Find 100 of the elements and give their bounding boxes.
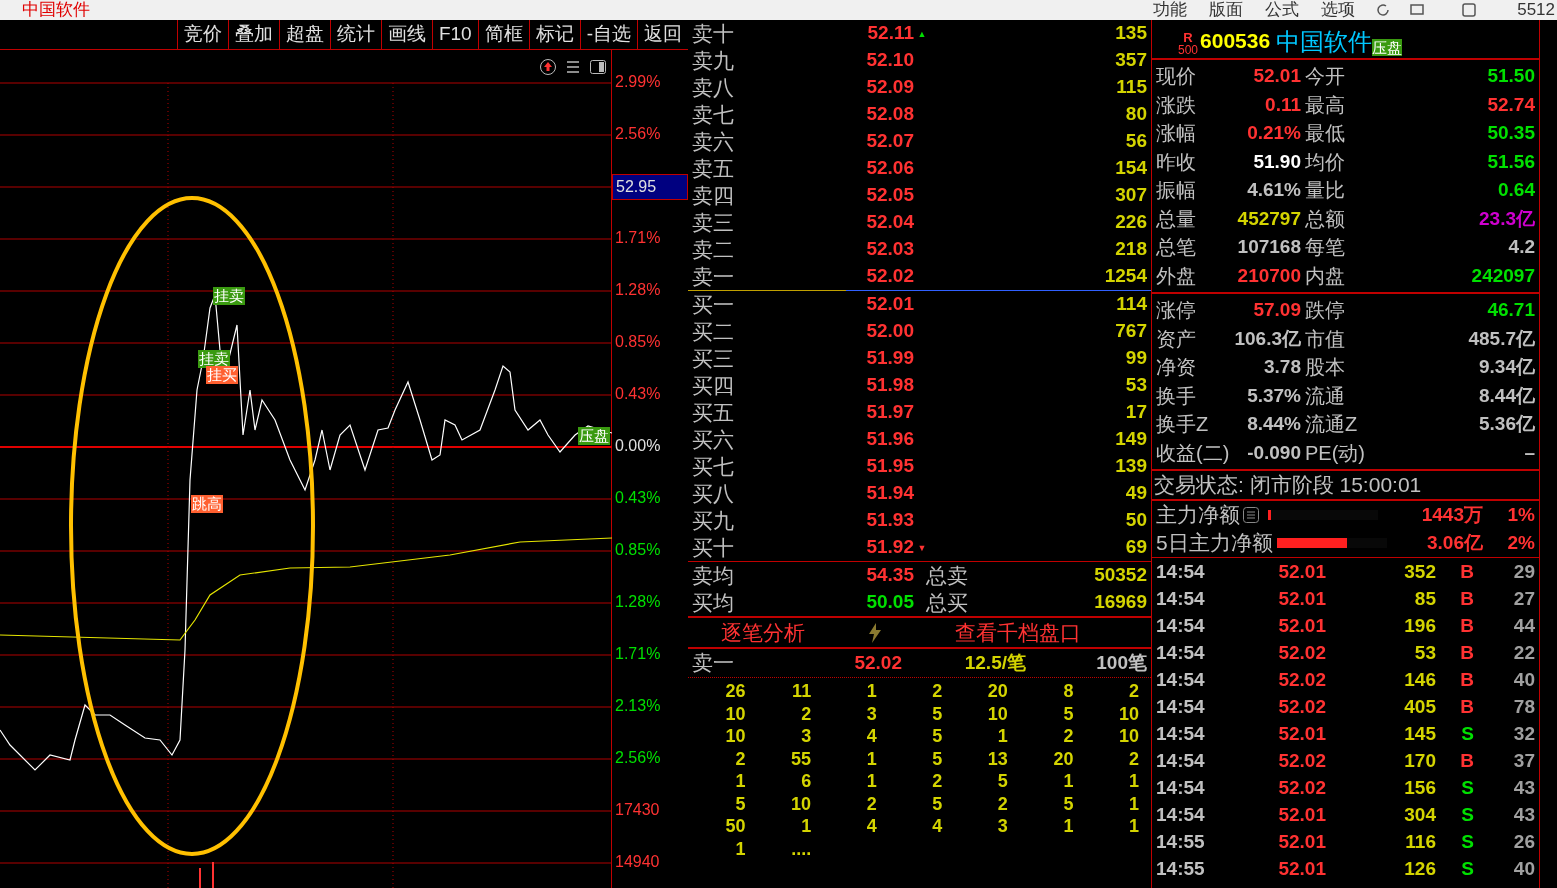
tick-time: 14:54 [1156, 803, 1206, 828]
chart-tag: 跳高 [191, 495, 223, 513]
tick-volume: 85 [1413, 587, 1436, 612]
tick-side: S [1460, 857, 1474, 882]
stat-value: 57.09 [1253, 298, 1301, 322]
level-label: 买八 [692, 481, 735, 506]
stat-value: 51.56 [1487, 149, 1535, 174]
list-icon[interactable] [1242, 506, 1260, 524]
window-icon[interactable] [1461, 2, 1478, 18]
tick-time: 14:54 [1156, 614, 1206, 639]
stock-tag: 压盘 [1372, 39, 1403, 56]
queue-order-size: 11 [791, 680, 813, 703]
queue-order-size: 1 [865, 680, 878, 703]
axis-label: 1.28% [614, 592, 662, 612]
stat-label: 总额 [1305, 206, 1345, 232]
queue-order-size: 10 [986, 702, 1009, 725]
trend-marker: ▼ [917, 542, 927, 553]
stat-label: 资产 [1156, 326, 1196, 352]
queue-count: 100笔 [1095, 650, 1148, 675]
stat-label: 跌停 [1305, 298, 1345, 324]
cursor-value: 52.95 [616, 178, 657, 195]
level-label: 买九 [692, 508, 735, 533]
stat-label: 现价 [1156, 64, 1196, 90]
window-title: 中国软件 [22, 0, 90, 20]
stat-label: 涨幅 [1156, 121, 1196, 147]
tick-side: S [1460, 803, 1474, 828]
queue-order-size: 5 [1062, 792, 1075, 815]
level-volume: 767 [1114, 319, 1148, 344]
axis-label: 2.56% [614, 748, 662, 768]
tick-volume: 156 [1403, 776, 1436, 801]
queue-order-size: 1 [734, 770, 747, 793]
monitor-icon[interactable] [1409, 2, 1426, 18]
level-volume: 99 [1124, 346, 1148, 371]
tick-count: 22 [1512, 641, 1536, 666]
panel-toggle-icon[interactable] [589, 58, 607, 76]
tick-volume: 116 [1404, 830, 1436, 855]
level-volume: 69 [1124, 535, 1148, 560]
stat-value: 8.44% [1247, 412, 1301, 436]
queue-order-size: 2 [1127, 747, 1140, 770]
badge-number: 500 [1178, 44, 1199, 56]
menu-icon[interactable] [565, 59, 581, 75]
tick-time: 14:55 [1156, 830, 1206, 855]
queue-order-size: 5 [931, 725, 944, 748]
level-label: 买十 [692, 535, 735, 560]
stat-value: 0.21% [1247, 121, 1301, 145]
stat-value: -0.090 [1247, 440, 1301, 465]
level-label: 卖六 [692, 129, 735, 154]
queue-order-size: 26 [724, 680, 747, 703]
queue-order-size: 8 [1062, 680, 1075, 703]
queue-order-size: 10 [724, 725, 747, 748]
chart-tag: 挂卖 [198, 350, 230, 368]
refresh-icon[interactable] [1375, 2, 1392, 18]
queue-order-size: 5 [931, 747, 944, 770]
menu-item[interactable]: 功能 [1153, 0, 1188, 20]
queue-order-size: 2 [1127, 680, 1140, 703]
tick-time: 14:54 [1156, 749, 1206, 774]
level-label: 卖二 [692, 237, 735, 262]
queue-order-size: 2 [865, 792, 878, 815]
main-net-value: 3.06亿 [1426, 530, 1483, 555]
chart-tag: 挂买 [206, 366, 238, 384]
main-net-percent: 1% [1506, 502, 1536, 527]
stock-code: 600536 [1200, 27, 1271, 54]
level-price: 52.09 [865, 75, 914, 100]
stat-value: 4.2 [1508, 235, 1535, 259]
queue-order-size: 2 [1062, 725, 1075, 748]
menu-item[interactable]: 版面 [1209, 0, 1244, 20]
stat-value: 210700 [1237, 263, 1301, 288]
tick-count: 37 [1512, 749, 1536, 774]
tick-price: 52.02 [1277, 749, 1326, 774]
menu-item[interactable]: 选项 [1321, 0, 1356, 20]
menu-item[interactable]: 公式 [1265, 0, 1300, 20]
tick-side: B [1459, 749, 1474, 774]
lightning-icon[interactable] [867, 622, 883, 643]
stat-value: 0.64 [1498, 178, 1535, 202]
tick-time: 14:54 [1156, 722, 1206, 747]
stat-value: 5.36亿 [1479, 412, 1535, 436]
level-label: 卖一 [692, 264, 735, 289]
tick-price: 52.01 [1277, 560, 1326, 585]
tick-side: B [1459, 641, 1474, 666]
queue-order-size: 20 [986, 680, 1009, 703]
level-price: 51.93 [865, 508, 914, 533]
tick-analysis-link[interactable]: 逐笔分析 [721, 616, 805, 649]
queue-order-size: 2 [800, 702, 813, 725]
tick-volume: 405 [1403, 695, 1436, 720]
summary-label: 卖均 [692, 562, 735, 589]
stat-label: 流通 [1305, 383, 1345, 409]
tick-volume: 170 [1403, 749, 1436, 774]
tick-price: 52.01 [1277, 587, 1326, 612]
tick-price: 52.01 [1277, 830, 1326, 855]
tick-side: B [1459, 614, 1474, 639]
level-price: 51.97 [865, 400, 914, 425]
level-price: 51.99 [865, 346, 914, 371]
stat-label: 换手 [1156, 383, 1196, 409]
tick-time: 14:54 [1156, 560, 1206, 585]
level-volume: 49 [1124, 481, 1148, 506]
level-label: 买六 [692, 427, 735, 452]
stat-value: – [1524, 440, 1535, 465]
order-depth-link[interactable]: 查看千档盘口 [955, 616, 1081, 649]
level-label: 买二 [692, 319, 735, 344]
level-volume: 50 [1124, 508, 1148, 533]
